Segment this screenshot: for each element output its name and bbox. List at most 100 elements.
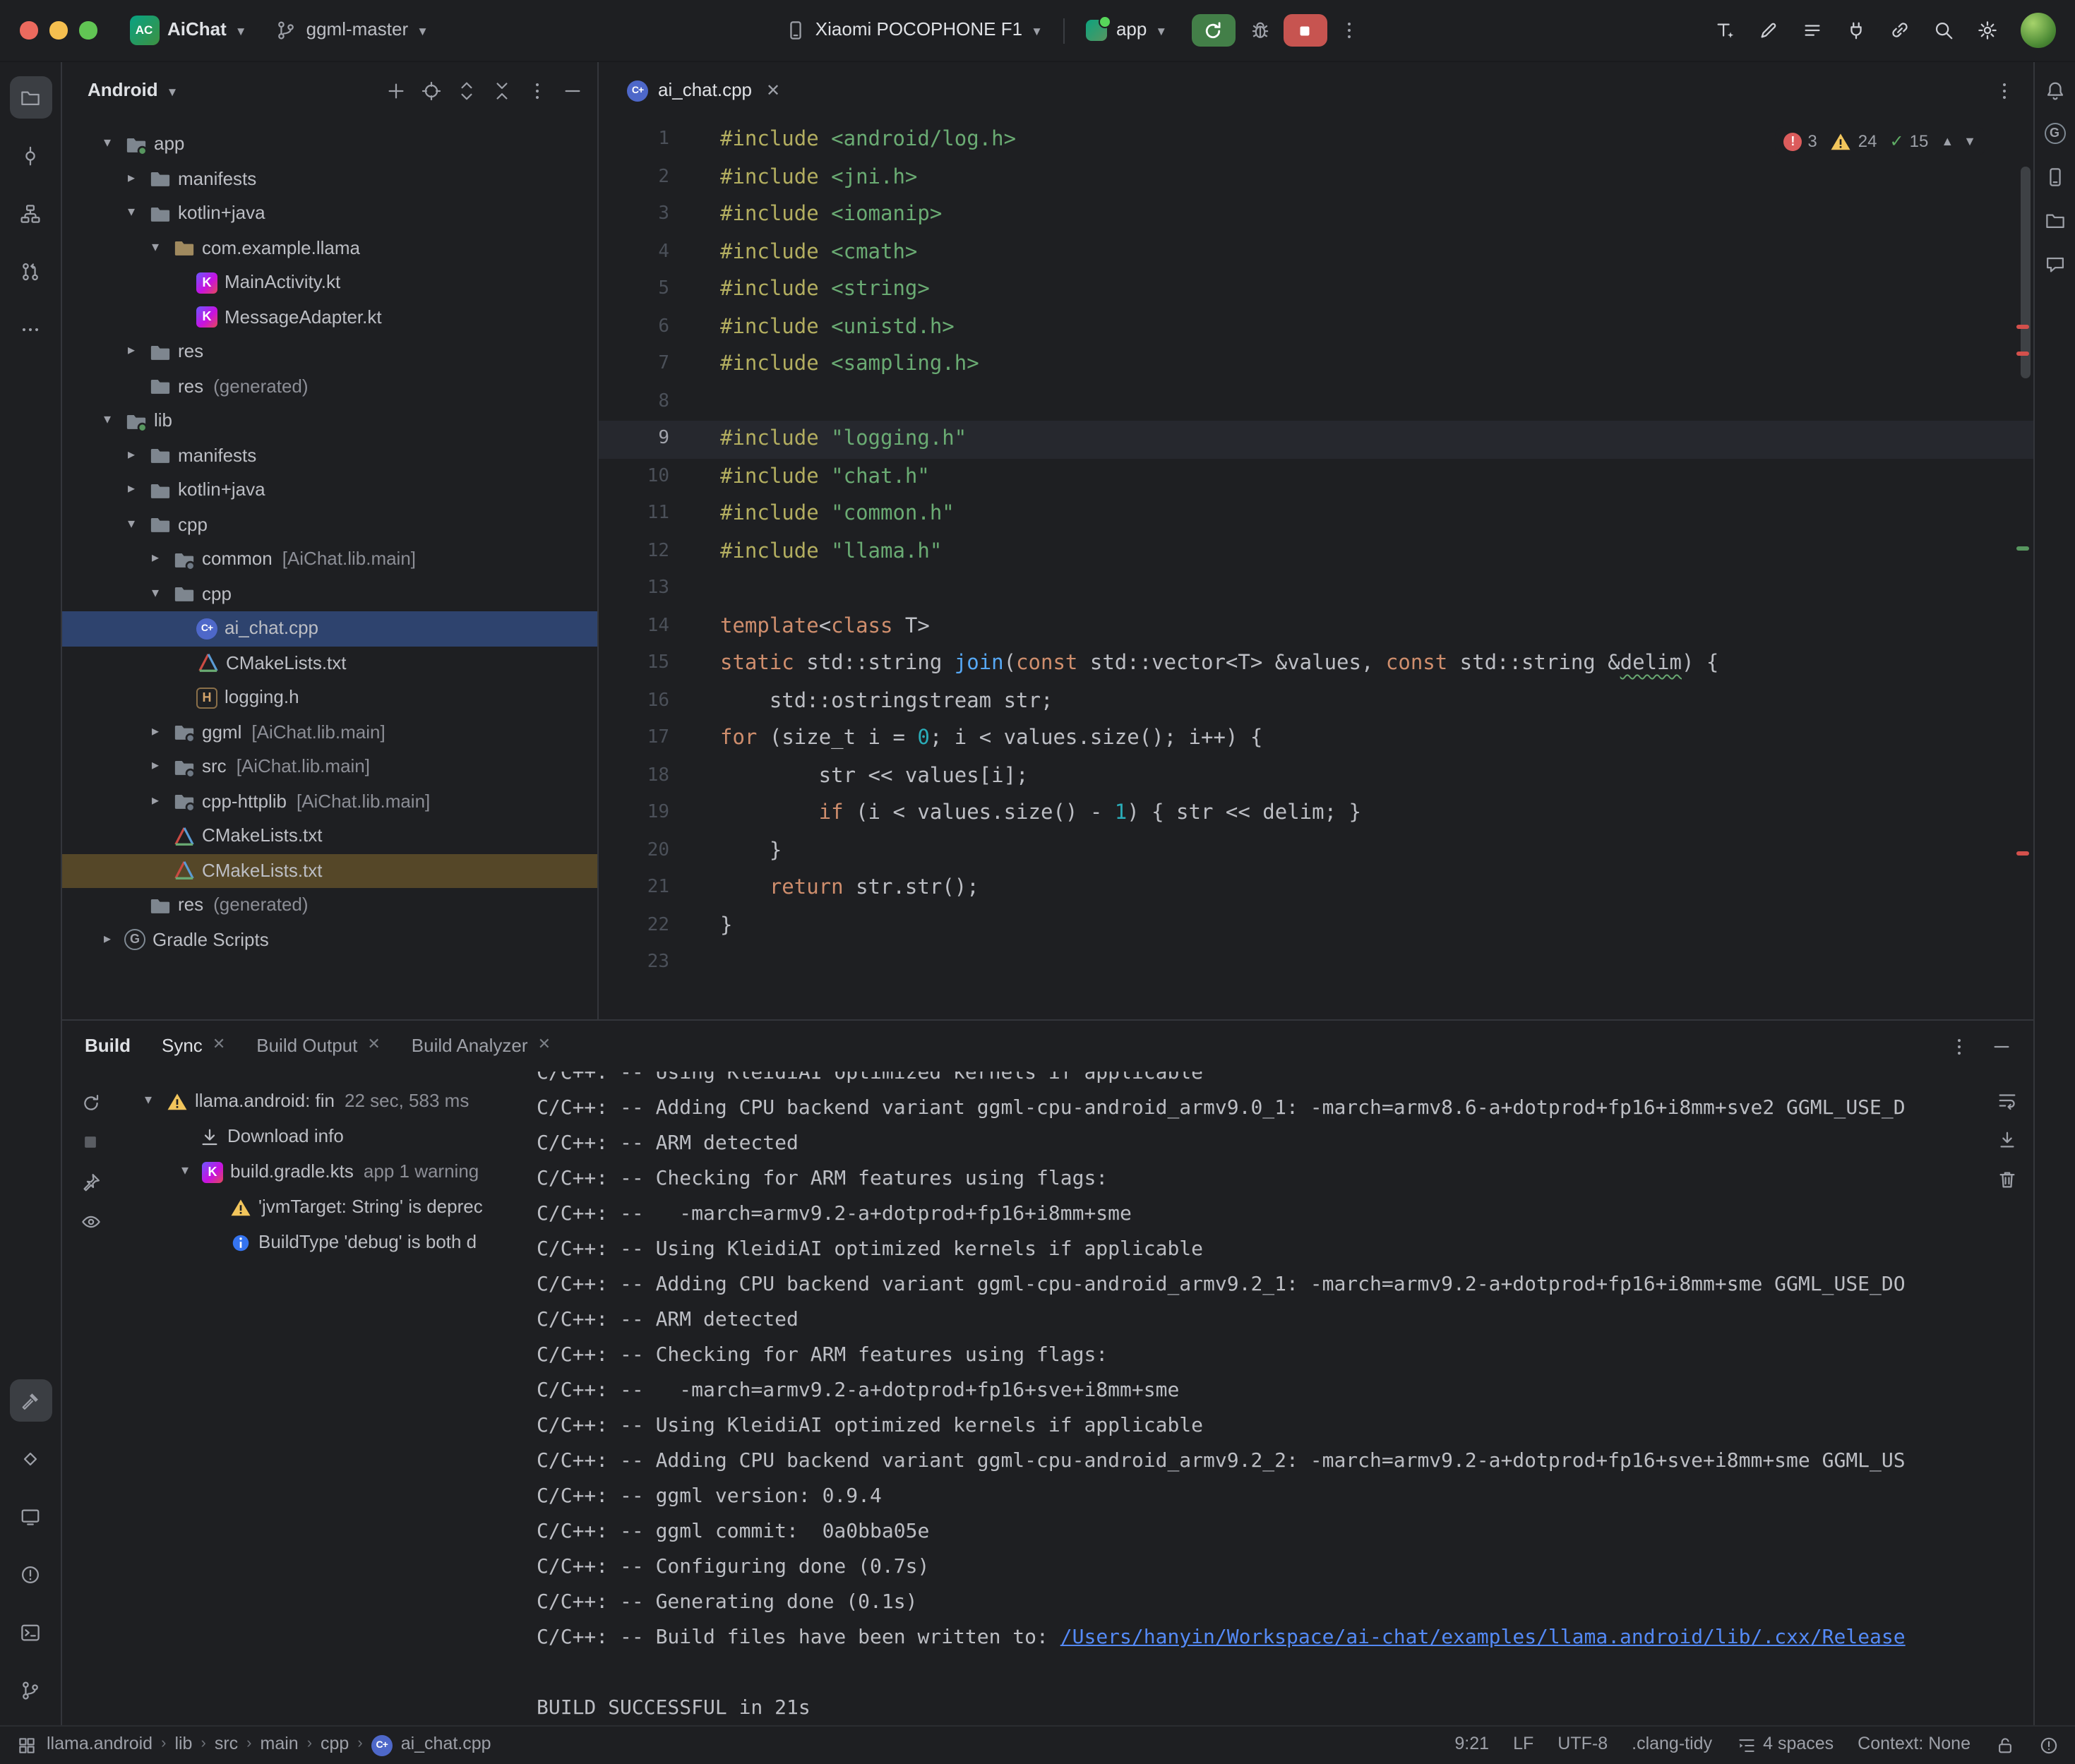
pull-requests-tool-button[interactable] xyxy=(9,250,52,292)
close-tab-icon[interactable]: ✕ xyxy=(367,1036,380,1056)
ai-text-actions-button[interactable] xyxy=(1714,19,1736,42)
line-number[interactable]: 19 xyxy=(599,795,669,832)
project-tree-item-logging-h[interactable]: Hlogging.h xyxy=(62,680,597,715)
build-console[interactable]: C/C++: -- Using KleidiAI optimized kerne… xyxy=(514,1072,1982,1725)
chevron-right-icon[interactable]: ▸ xyxy=(145,551,165,568)
project-tree-item-lib[interactable]: ▾lib xyxy=(62,404,597,438)
editor-scrollbar[interactable] xyxy=(2020,167,2030,378)
build-tree-item[interactable]: ▾Kbuild.gradle.ktsapp 1 warning xyxy=(119,1155,514,1190)
lock-icon[interactable] xyxy=(1995,1736,2014,1756)
error-count[interactable]: ! 3 xyxy=(1783,131,1817,151)
device-manager-tool-button[interactable] xyxy=(2043,165,2066,188)
search-everywhere-button[interactable] xyxy=(1932,19,1955,42)
line-number[interactable]: 21 xyxy=(599,870,669,907)
editor-options-icon[interactable] xyxy=(1993,79,2016,102)
chevron-down-icon[interactable]: ▾ xyxy=(175,1164,195,1182)
rerun-build-icon[interactable] xyxy=(79,1091,102,1114)
breadcrumb-item-main[interactable]: main xyxy=(261,1734,299,1756)
chevron-down-icon[interactable]: ▾ xyxy=(138,1093,158,1111)
project-selector[interactable]: AC AiChat ▼ xyxy=(119,10,257,51)
project-tree-item-manifests[interactable]: ▸manifests xyxy=(62,162,597,196)
clang-tidy-widget[interactable]: .clang-tidy xyxy=(1632,1734,1712,1756)
line-number[interactable]: 11 xyxy=(599,496,669,533)
chevron-down-icon[interactable]: ▾ xyxy=(145,585,165,603)
project-tree-item-ai-chat-cpp[interactable]: C+ai_chat.cpp xyxy=(62,611,597,646)
error-indicator-icon[interactable] xyxy=(2038,1736,2058,1756)
line-number[interactable]: 18 xyxy=(599,757,669,795)
prev-problem-icon[interactable]: ▲ xyxy=(1941,134,1954,148)
project-tool-button[interactable] xyxy=(9,76,52,119)
project-tree-item-ggml[interactable]: ▸ggml[AiChat.lib.main] xyxy=(62,715,597,750)
filter-warnings-icon[interactable] xyxy=(79,1210,102,1232)
chevron-down-icon[interactable]: ▾ xyxy=(97,136,117,153)
error-stripe-mark[interactable] xyxy=(2016,352,2028,356)
notifications-bell-icon[interactable] xyxy=(2043,79,2066,102)
encoding-widget[interactable]: UTF-8 xyxy=(1557,1734,1608,1756)
line-number[interactable]: 3 xyxy=(599,196,669,234)
layout-icon[interactable] xyxy=(17,1736,37,1756)
project-tree-item-res[interactable]: res(generated) xyxy=(62,369,597,404)
editor-tab-ai-chat-cpp[interactable]: C+ ai_chat.cpp ✕ xyxy=(618,62,789,119)
build-tree-item[interactable]: Download info xyxy=(119,1120,514,1155)
plugins-button[interactable] xyxy=(1845,19,1867,42)
stop-build-icon[interactable] xyxy=(79,1131,102,1153)
chevron-right-icon[interactable]: ▸ xyxy=(145,758,165,776)
clear-console-icon[interactable] xyxy=(1996,1168,2019,1190)
build-tab-build-analyzer[interactable]: Build Analyzer✕ xyxy=(412,1035,551,1058)
project-tree-item-cpp-httplib[interactable]: ▸cpp-httplib[AiChat.lib.main] xyxy=(62,784,597,819)
chevron-right-icon[interactable]: ▸ xyxy=(145,724,165,741)
task-list-button[interactable] xyxy=(1801,19,1824,42)
run-configuration-selector[interactable]: app ▼ xyxy=(1077,13,1177,48)
build-tree-item[interactable]: ▾llama.android: fin22 sec, 583 ms xyxy=(119,1084,514,1120)
line-number[interactable]: 10 xyxy=(599,458,669,496)
build-tab-sync[interactable]: Sync✕ xyxy=(162,1035,225,1058)
zoom-window-button[interactable] xyxy=(79,22,97,40)
breadcrumb-item-src[interactable]: src xyxy=(215,1734,238,1756)
error-stripe-mark[interactable] xyxy=(2016,851,2028,856)
project-tree-item-com-example-llama[interactable]: ▾com.example.llama xyxy=(62,231,597,265)
device-explorer-tool-button[interactable] xyxy=(2043,209,2066,232)
select-opened-file-icon[interactable] xyxy=(419,79,442,102)
project-tree-item-gradle-scripts[interactable]: ▸GGradle Scripts xyxy=(62,923,597,957)
stop-button[interactable] xyxy=(1283,14,1327,47)
warning-count[interactable]: 24 xyxy=(1830,130,1877,152)
build-tool-button[interactable] xyxy=(9,1379,52,1422)
pin-tab-icon[interactable] xyxy=(79,1170,102,1193)
project-tree-item-res[interactable]: ▸res xyxy=(62,335,597,369)
change-stripe-mark[interactable] xyxy=(2016,546,2028,551)
running-devices-tool-button[interactable] xyxy=(9,1495,52,1537)
breadcrumb-item-ai-chat-cpp[interactable]: ai_chat.cpp xyxy=(401,1734,491,1756)
chevron-right-icon[interactable]: ▸ xyxy=(121,481,141,499)
build-tab-build-output[interactable]: Build Output✕ xyxy=(256,1035,381,1058)
project-tree-item-messageadapter-kt[interactable]: KMessageAdapter.kt xyxy=(62,300,597,335)
close-tab-icon[interactable]: ✕ xyxy=(766,80,780,101)
line-number[interactable]: 7 xyxy=(599,346,669,383)
line-number[interactable]: 13 xyxy=(599,570,669,608)
chevron-right-icon[interactable]: ▸ xyxy=(121,447,141,464)
build-tree-item[interactable]: BuildType 'debug' is both d xyxy=(119,1225,514,1261)
project-tree-item-cmakelists-txt[interactable]: CMakeLists.txt xyxy=(62,819,597,853)
line-number[interactable]: 14 xyxy=(599,608,669,645)
soft-wrap-icon[interactable] xyxy=(1996,1088,2019,1111)
debug-button[interactable] xyxy=(1249,19,1272,42)
line-separator-widget[interactable]: LF xyxy=(1513,1734,1533,1756)
chevron-down-icon[interactable]: ▾ xyxy=(97,412,117,430)
build-tree-item[interactable]: 'jvmTarget: String' is deprec xyxy=(119,1190,514,1225)
next-problem-icon[interactable]: ▼ xyxy=(1963,134,1976,148)
line-number[interactable]: 8 xyxy=(599,383,669,421)
line-number[interactable]: 2 xyxy=(599,159,669,196)
project-tree-item-kotlin-java[interactable]: ▸kotlin+java xyxy=(62,473,597,508)
terminal-tool-button[interactable] xyxy=(9,1611,52,1653)
close-tab-icon[interactable]: ✕ xyxy=(538,1036,551,1056)
project-tree-item-cpp[interactable]: ▾cpp xyxy=(62,577,597,611)
app-insights-tool-button[interactable] xyxy=(2043,253,2066,275)
line-number[interactable]: 22 xyxy=(599,907,669,944)
project-tree-item-cpp[interactable]: ▾cpp xyxy=(62,508,597,542)
scroll-to-end-icon[interactable] xyxy=(1996,1128,2019,1151)
chevron-right-icon[interactable]: ▸ xyxy=(145,793,165,810)
project-tree-item-common[interactable]: ▸common[AiChat.lib.main] xyxy=(62,542,597,577)
chevron-down-icon[interactable]: ▾ xyxy=(121,516,141,534)
project-tree-item-mainactivity-kt[interactable]: KMainActivity.kt xyxy=(62,265,597,300)
chevron-right-icon[interactable]: ▸ xyxy=(121,170,141,188)
line-number[interactable]: 23 xyxy=(599,944,669,982)
